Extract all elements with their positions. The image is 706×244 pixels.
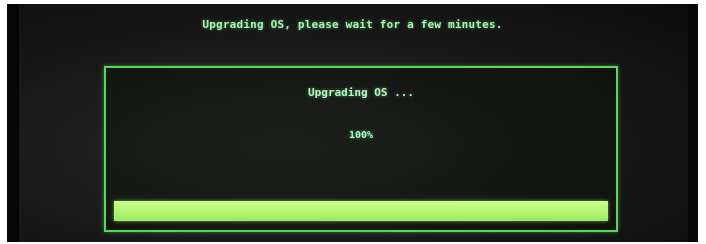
dialog-title: Upgrading OS ...: [308, 86, 414, 99]
upgrade-dialog: Upgrading OS ... 100%: [104, 66, 618, 232]
upgrade-status-message: Upgrading OS, please wait for a few minu…: [202, 18, 503, 31]
progress-bar: [114, 201, 608, 221]
progress-bar-fill: [114, 201, 608, 221]
progress-percent: 100%: [348, 130, 374, 141]
screen: Upgrading OS, please wait for a few minu…: [7, 4, 698, 242]
